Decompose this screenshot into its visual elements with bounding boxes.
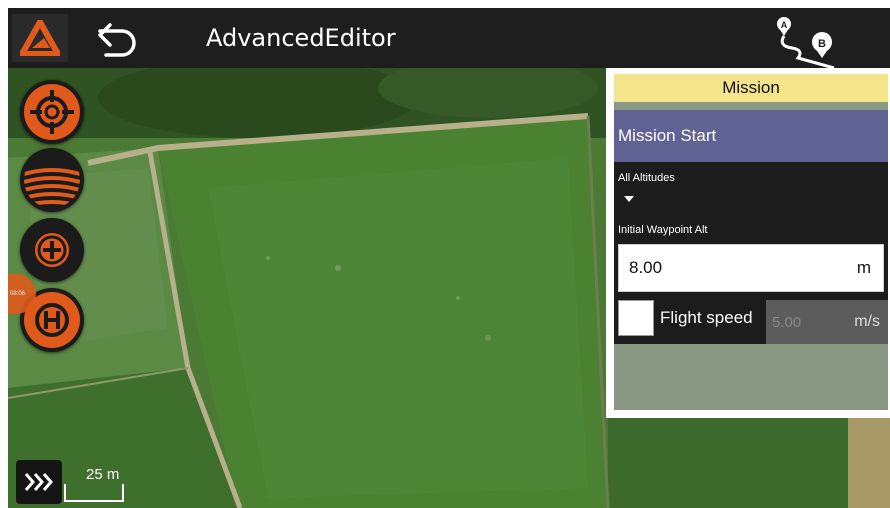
mission-start-settings: All Altitudes Initial Waypoint Alt 8.00 … (614, 162, 888, 344)
route-a-to-b-icon[interactable]: A B (768, 12, 838, 70)
caret-down-icon (624, 196, 634, 202)
mission-header[interactable]: Mission (614, 74, 888, 102)
add-plus-button[interactable] (20, 218, 84, 282)
scale-bar (64, 484, 124, 502)
mission-start-section[interactable]: Mission Start (614, 110, 888, 162)
mission-panel: Mission Mission Start All Altitudes Init… (606, 68, 890, 418)
add-plus-icon (24, 222, 80, 278)
scale-label: 25 m (86, 466, 120, 483)
field-survey-icon (24, 152, 80, 208)
initial-waypoint-alt-field[interactable]: 8.00 m (618, 244, 884, 292)
flight-speed-unit: m/s (854, 313, 880, 330)
app-logo-icon[interactable] (12, 14, 68, 62)
crosshair-target-button[interactable] (20, 80, 84, 144)
flight-speed-value: 5.00 (772, 313, 802, 331)
flight-speed-checkbox[interactable] (618, 300, 654, 336)
flight-speed-field[interactable]: 5.00 m/s (766, 300, 888, 344)
flight-speed-row: Flight speed 5.00 m/s (614, 298, 888, 344)
initial-waypoint-alt-label: Initial Waypoint Alt (618, 224, 708, 236)
app-title: AdvancedEditor (206, 24, 396, 52)
chevrons-right-icon[interactable] (16, 460, 62, 504)
app-screen: AdvancedEditor A B 08:06 25 m Mission Mi… (8, 8, 890, 508)
all-altitudes-label: All Altitudes (618, 172, 675, 184)
back-arrow-icon[interactable] (90, 16, 146, 62)
route-point-b: B (818, 38, 826, 50)
all-altitudes-dropdown[interactable] (618, 190, 738, 212)
initial-waypoint-alt-value: 8.00 (629, 258, 663, 277)
field-survey-button[interactable] (20, 148, 84, 212)
initial-waypoint-alt-unit: m (856, 258, 871, 277)
route-point-a: A (781, 20, 788, 30)
mission-panel-body: Mission Mission Start All Altitudes Init… (614, 74, 888, 410)
map-scale: 25 m (64, 464, 126, 506)
crosshair-target-icon (24, 84, 80, 140)
top-bar: AdvancedEditor A B (8, 8, 890, 70)
flight-speed-label: Flight speed (660, 308, 753, 327)
